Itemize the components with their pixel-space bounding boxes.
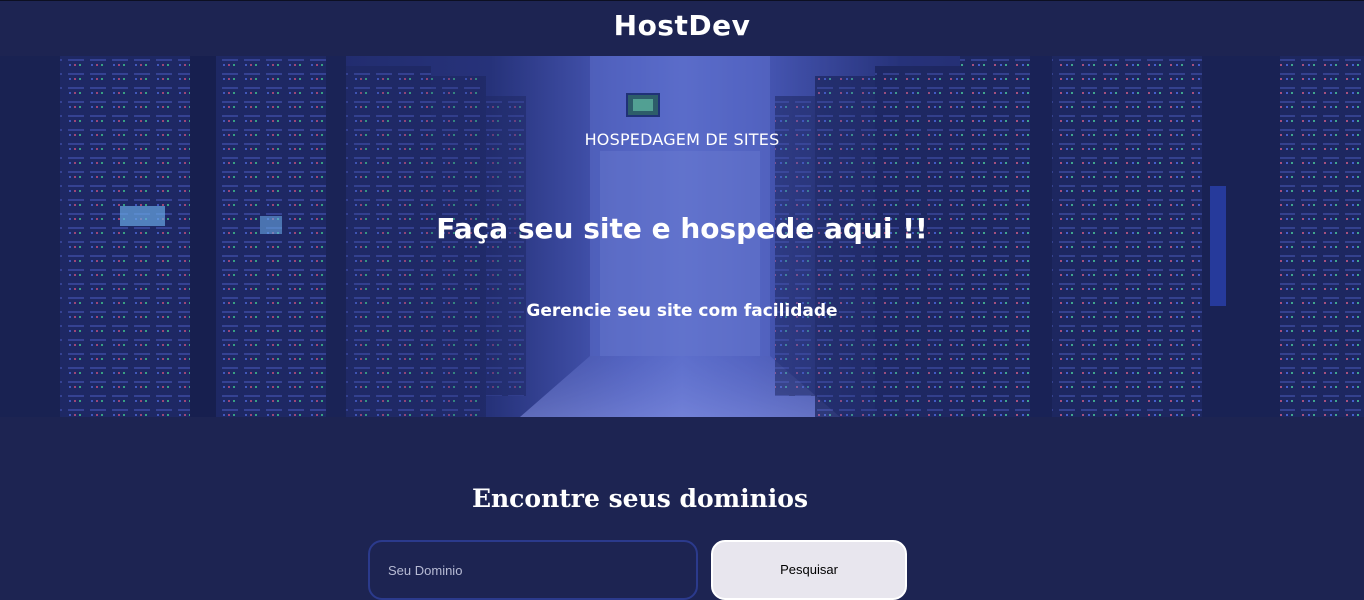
- search-button[interactable]: Pesquisar: [711, 540, 907, 600]
- site-logo[interactable]: HostDev: [0, 9, 1364, 42]
- hero-banner: HOSPEDAGEM DE SITES Faça seu site e hosp…: [0, 56, 1364, 417]
- site-header: HostDev: [0, 0, 1364, 56]
- domain-search-input[interactable]: [368, 540, 698, 600]
- domain-search-title: Encontre seus dominios: [471, 484, 809, 513]
- hero-title: Faça seu site e hospede aqui !!: [436, 212, 928, 245]
- hero-subtitle: Gerencie seu site com facilidade: [526, 301, 838, 321]
- hero-kicker: HOSPEDAGEM DE SITES: [584, 130, 780, 149]
- domain-search-section: Encontre seus dominios Pesquisar: [0, 417, 1364, 600]
